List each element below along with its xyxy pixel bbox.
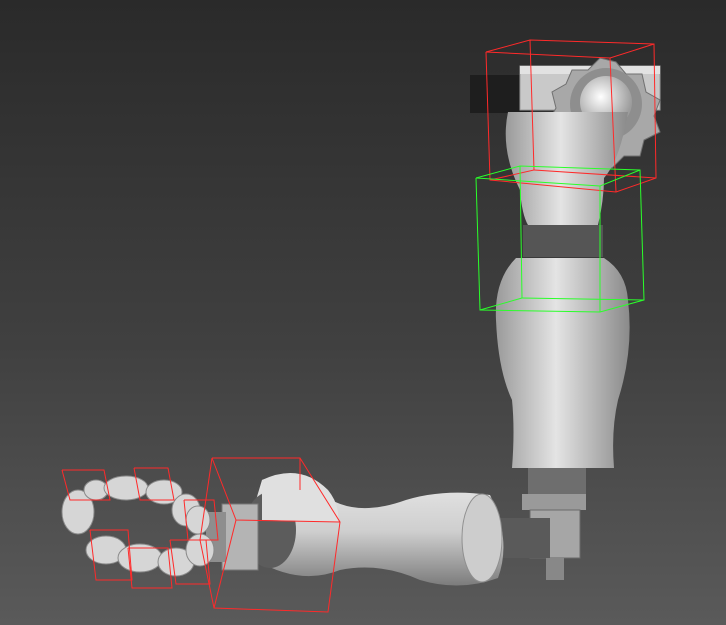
3d-viewport[interactable] [0,0,726,625]
upper-arm-top[interactable] [505,112,628,257]
robotic-arm-model[interactable] [0,0,726,625]
forearm[interactable] [244,472,504,586]
upper-arm[interactable] [495,258,630,468]
elbow-joint[interactable] [500,468,586,580]
